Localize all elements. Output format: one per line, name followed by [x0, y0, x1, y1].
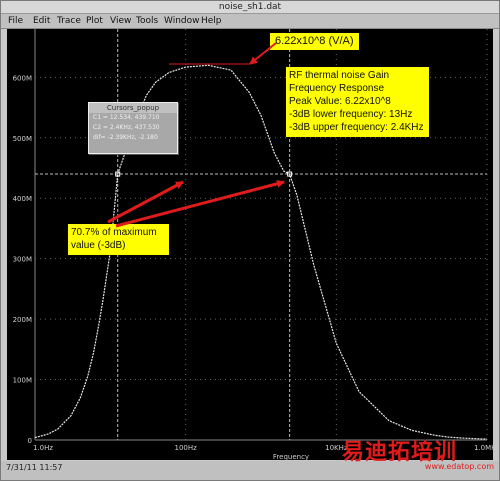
- info-line-title: RF thermal noise Gain: [289, 70, 390, 81]
- status-timestamp: 7/31/11 11:57: [6, 463, 63, 472]
- y-tick-label: 400M: [13, 195, 32, 203]
- x-tick-label: 100Hz: [175, 444, 198, 452]
- menu-help[interactable]: Help: [201, 14, 222, 28]
- y-tick-label: 500M: [13, 135, 32, 143]
- peak-value-text: 6.22x10^8 (V/A): [275, 35, 354, 47]
- info-line-upper: -3dB upper frequency: 2.4KHz: [289, 122, 424, 133]
- menu-view[interactable]: View: [110, 14, 131, 28]
- cursors-popup-title: Cursors_popup: [89, 103, 177, 113]
- peak-value-label: 6.22x10^8 (V/A): [270, 33, 359, 50]
- y-tick-label: 600M: [13, 74, 32, 82]
- cursors-popup[interactable]: Cursors_popup C1 = 12.534, 439.710 C2 = …: [88, 102, 178, 154]
- window-title: noise_sh1.dat: [218, 2, 282, 12]
- menu-tools[interactable]: Tools: [136, 14, 158, 28]
- menu-file[interactable]: File: [8, 14, 23, 28]
- threshold-line-2: value (-3dB): [71, 240, 126, 251]
- info-line-lower: -3dB lower frequency: 13Hz: [289, 109, 413, 120]
- menu-window[interactable]: Window: [164, 14, 200, 28]
- title-bar: noise_sh1.dat: [1, 1, 499, 14]
- x-tick-label: 1.0Hz: [33, 444, 53, 452]
- watermark-logo: 易迪拓培训 www.edatop.com: [342, 440, 494, 471]
- threshold-line-1: 70.7% of maximum: [71, 227, 157, 238]
- y-tick-label: 100M: [13, 377, 32, 385]
- threshold-box: 70.7% of maximum value (-3dB): [68, 224, 169, 255]
- menu-plot[interactable]: Plot: [86, 14, 103, 28]
- menu-edit[interactable]: Edit: [33, 14, 50, 28]
- cursor-row-c2: C2 = 2.4KHz, 437.530: [93, 124, 160, 131]
- y-tick-label: 300M: [13, 256, 32, 264]
- cursor-row-c1: C1 = 12.534, 439.710: [93, 114, 160, 121]
- menu-bar: File Edit Trace Plot View Tools Window H…: [1, 14, 499, 29]
- x-axis-label: Frequency: [273, 453, 309, 460]
- info-line-peak: Peak Value: 6.22x10^8: [289, 96, 391, 107]
- gain-info-box: RF thermal noise Gain Frequency Response…: [286, 67, 429, 137]
- y-tick-label: 0: [28, 437, 32, 445]
- menu-trace[interactable]: Trace: [57, 14, 81, 28]
- info-line-subtitle: Frequency Response: [289, 83, 385, 94]
- y-tick-label: 200M: [13, 316, 32, 324]
- cursor-row-diff: dif= -2.39KHz, -2.180: [93, 134, 158, 141]
